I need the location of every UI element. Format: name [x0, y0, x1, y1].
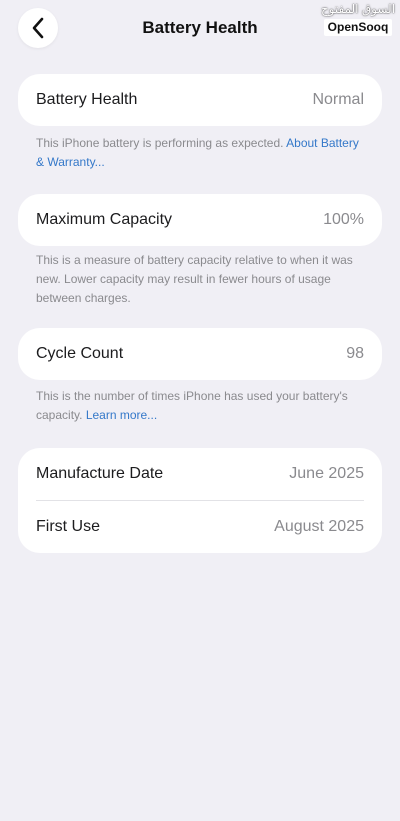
maximum-capacity-label: Maximum Capacity	[36, 211, 173, 228]
cycle-count-note-text: This is the number of times iPhone has u…	[36, 389, 348, 422]
dates-card: Manufacture Date June 2025 First Use Aug…	[18, 448, 382, 553]
manufacture-date-label: Manufacture Date	[36, 465, 164, 482]
cycle-count-note: This is the number of times iPhone has u…	[36, 387, 366, 425]
cycle-count-label: Cycle Count	[36, 345, 124, 362]
battery-health-note-text: This iPhone battery is performing as exp…	[36, 136, 284, 150]
battery-health-row: Battery Health Normal	[18, 74, 382, 126]
cycle-count-card: Cycle Count 98	[18, 328, 382, 380]
battery-health-card: Battery Health Normal	[18, 74, 382, 126]
opensooq-watermark: السوق المفتوح OpenSooq	[320, 2, 396, 40]
manufacture-date-row: Manufacture Date June 2025	[18, 448, 382, 500]
maximum-capacity-row: Maximum Capacity 100%	[18, 194, 382, 246]
battery-health-value: Normal	[312, 91, 364, 108]
watermark-latin: OpenSooq	[323, 19, 393, 36]
navigation-bar: Battery Health السوق المفتوح OpenSooq	[0, 0, 400, 72]
maximum-capacity-card: Maximum Capacity 100%	[18, 194, 382, 246]
battery-health-label: Battery Health	[36, 91, 138, 108]
cycle-count-row: Cycle Count 98	[18, 328, 382, 380]
first-use-label: First Use	[36, 518, 100, 535]
first-use-row: First Use August 2025	[18, 501, 382, 553]
maximum-capacity-value: 100%	[323, 211, 364, 228]
maximum-capacity-note: This is a measure of battery capacity re…	[36, 253, 353, 305]
battery-health-note: This iPhone battery is performing as exp…	[36, 134, 366, 172]
learn-more-link[interactable]: Learn more...	[86, 408, 157, 422]
watermark-arabic: السوق المفتوح	[320, 2, 396, 16]
manufacture-date-value: June 2025	[289, 465, 364, 482]
cycle-count-value: 98	[346, 345, 364, 362]
first-use-value: August 2025	[274, 518, 364, 535]
